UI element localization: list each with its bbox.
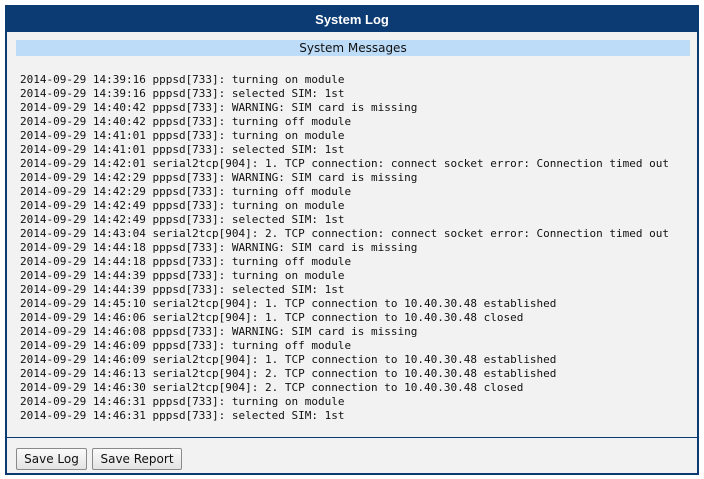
log-line: 2014-09-29 14:43:04 serial2tcp[904]: 2. …	[20, 227, 670, 240]
save-log-button[interactable]: Save Log	[16, 448, 87, 470]
log-line: 2014-09-29 14:42:29 pppsd[733]: WARNING:…	[20, 171, 418, 184]
log-line: 2014-09-29 14:46:08 pppsd[733]: WARNING:…	[20, 325, 418, 338]
log-line: 2014-09-29 14:42:49 pppsd[733]: selected…	[20, 213, 345, 226]
window-title: System Log	[7, 7, 697, 32]
log-line: 2014-09-29 14:46:09 pppsd[733]: turning …	[20, 339, 352, 352]
log-line: 2014-09-29 14:46:13 serial2tcp[904]: 2. …	[20, 367, 557, 380]
log-line: 2014-09-29 14:44:39 pppsd[733]: turning …	[20, 269, 345, 282]
log-line: 2014-09-29 14:40:42 pppsd[733]: WARNING:…	[20, 101, 418, 114]
divider	[7, 437, 697, 438]
log-line: 2014-09-29 14:46:31 pppsd[733]: selected…	[20, 409, 345, 422]
log-line: 2014-09-29 14:42:01 serial2tcp[904]: 1. …	[20, 157, 670, 170]
log-line: 2014-09-29 14:46:31 pppsd[733]: turning …	[20, 395, 345, 408]
log-line: 2014-09-29 14:40:42 pppsd[733]: turning …	[20, 115, 352, 128]
log-line: 2014-09-29 14:46:09 serial2tcp[904]: 1. …	[20, 353, 557, 366]
log-line: 2014-09-29 14:45:10 serial2tcp[904]: 1. …	[20, 297, 557, 310]
log-line: 2014-09-29 14:41:01 pppsd[733]: turning …	[20, 129, 345, 142]
log-line: 2014-09-29 14:42:49 pppsd[733]: turning …	[20, 199, 345, 212]
log-line: 2014-09-29 14:44:18 pppsd[733]: WARNING:…	[20, 241, 418, 254]
log-line: 2014-09-29 14:39:16 pppsd[733]: selected…	[20, 87, 345, 100]
log-line: 2014-09-29 14:42:29 pppsd[733]: turning …	[20, 185, 352, 198]
log-line: 2014-09-29 14:44:18 pppsd[733]: turning …	[20, 255, 352, 268]
log-line: 2014-09-29 14:46:06 serial2tcp[904]: 1. …	[20, 311, 524, 324]
log-line: 2014-09-29 14:44:39 pppsd[733]: selected…	[20, 283, 345, 296]
save-report-button[interactable]: Save Report	[92, 448, 182, 470]
log-line: 2014-09-29 14:39:16 pppsd[733]: turning …	[20, 73, 345, 86]
section-header-system-messages: System Messages	[16, 40, 690, 56]
log-line: 2014-09-29 14:41:01 pppsd[733]: selected…	[20, 143, 345, 156]
system-log-window: System Log System Messages 2014-09-29 14…	[5, 5, 699, 475]
log-output: 2014-09-29 14:39:16 pppsd[733]: turning …	[20, 73, 690, 423]
log-line: 2014-09-29 14:46:30 serial2tcp[904]: 2. …	[20, 381, 524, 394]
